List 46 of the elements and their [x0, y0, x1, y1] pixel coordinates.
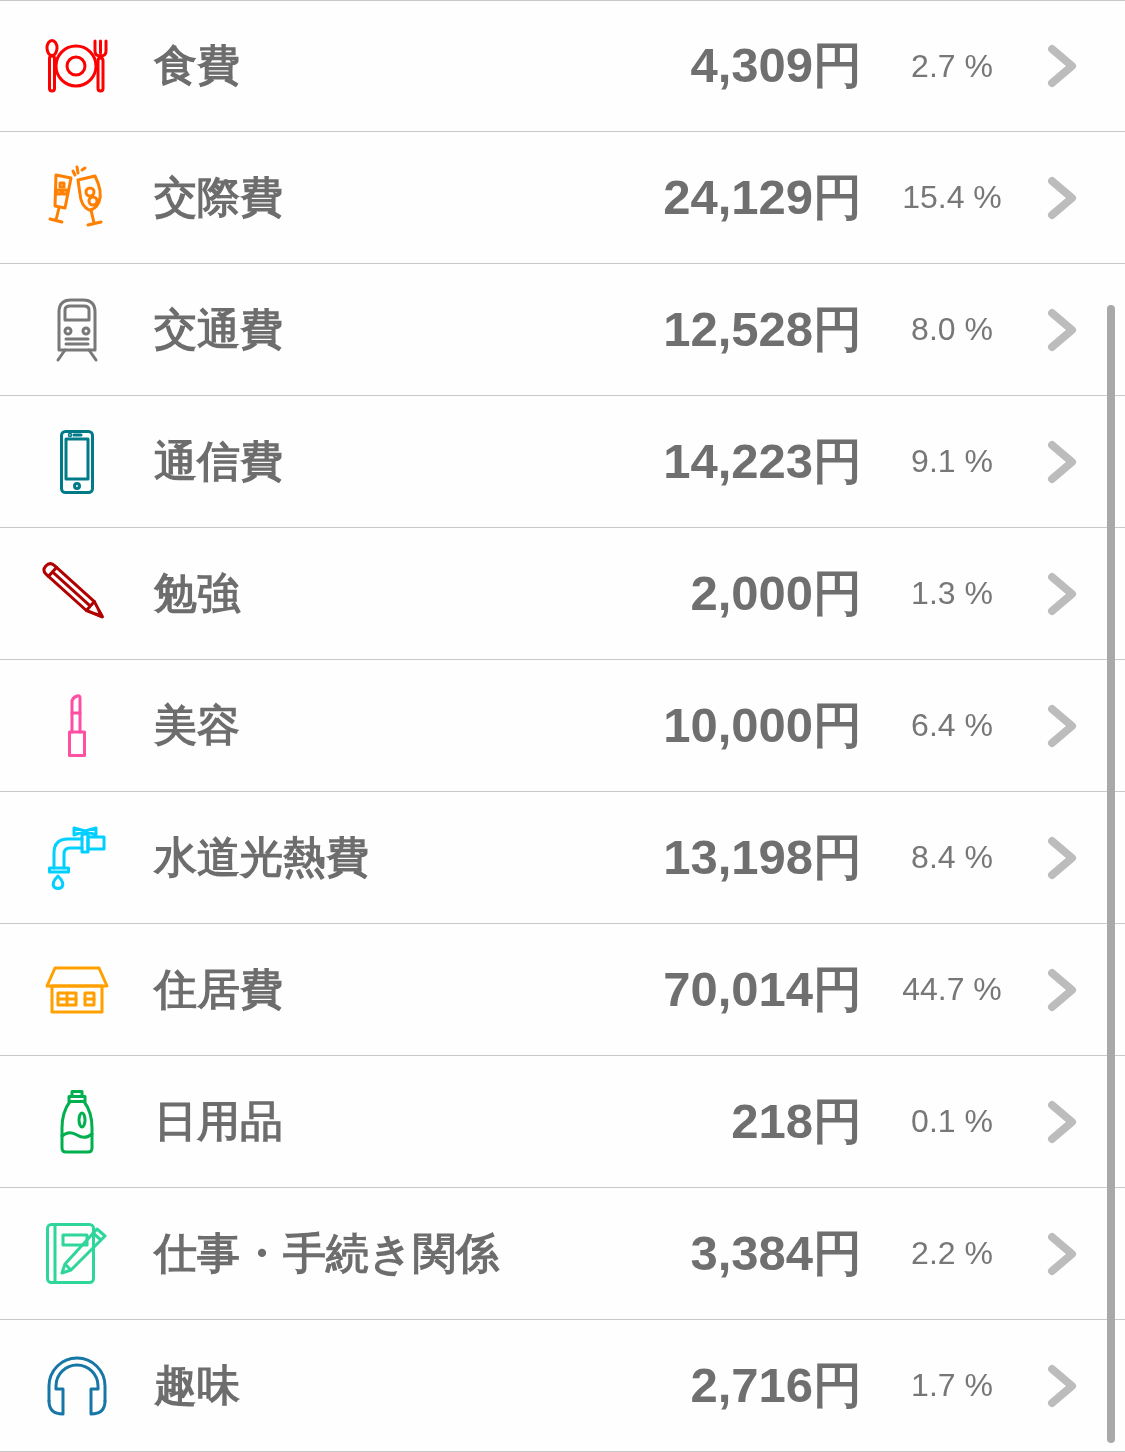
- chevron-right-icon: [1047, 44, 1077, 88]
- amount-text: 12,528円: [663, 300, 862, 358]
- category-label: 住居費: [154, 962, 284, 1016]
- category-label: 美容: [154, 698, 241, 752]
- chevron-right-icon: [1047, 307, 1077, 352]
- percent-text: 2.7 %: [910, 47, 994, 85]
- chevron-right-icon: [1047, 175, 1077, 220]
- chevron-right-icon: [1047, 1099, 1077, 1144]
- amount-text: 2,716円: [690, 1356, 862, 1414]
- chevron-right-icon: [1047, 703, 1077, 748]
- amount-text: 24,129円: [663, 168, 862, 226]
- percent-text: 1.7 %: [910, 1367, 994, 1404]
- percent-text: 1.3 %: [910, 575, 994, 612]
- category-label: 勉強: [154, 566, 242, 620]
- percent-text: 0.1 %: [910, 1103, 994, 1140]
- percent-text: 6.4 %: [910, 707, 994, 744]
- chevron-right-icon: [1047, 835, 1077, 880]
- percent-text: 2.2 %: [910, 1235, 994, 1272]
- amount-text: 3,384円: [690, 1224, 862, 1282]
- amount-text: 13,198円: [663, 828, 862, 886]
- percent-text: 15.4 %: [901, 179, 1003, 216]
- percent-text: 44.7 %: [901, 971, 1003, 1008]
- category-row[interactable]: 交際費 24,129円 15.4 %: [0, 132, 1125, 264]
- category-label: 趣味: [154, 1358, 241, 1412]
- category-label: 交通費: [154, 302, 284, 356]
- amount-text: 4,309円: [690, 37, 862, 94]
- amount-text: 2,000円: [690, 564, 862, 622]
- category-label: 交際費: [154, 170, 284, 224]
- chevron-right-icon: [1047, 1363, 1077, 1408]
- category-label: 食費: [154, 39, 241, 92]
- amount-text: 10,000円: [663, 696, 862, 754]
- percent-text: 9.1 %: [910, 443, 994, 480]
- amount-text: 14,223円: [663, 432, 862, 490]
- category-row[interactable]: 食費 4,309円 2.7 %: [0, 1, 1125, 132]
- chevron-right-icon: [1047, 1231, 1077, 1276]
- percent-text: 8.4 %: [910, 839, 994, 876]
- chevron-right-icon: [1047, 571, 1077, 616]
- amount-text: 70,014円: [663, 960, 862, 1018]
- chevron-right-icon: [1047, 439, 1077, 484]
- category-label: 水道光熱費: [154, 830, 370, 884]
- category-label: 通信費: [154, 434, 284, 488]
- category-label: 日用品: [154, 1094, 284, 1148]
- amount-text: 218円: [731, 1092, 862, 1150]
- category-label: 仕事・手続き関係: [154, 1226, 501, 1280]
- percent-text: 8.0 %: [910, 311, 994, 348]
- chevron-right-icon: [1047, 967, 1077, 1012]
